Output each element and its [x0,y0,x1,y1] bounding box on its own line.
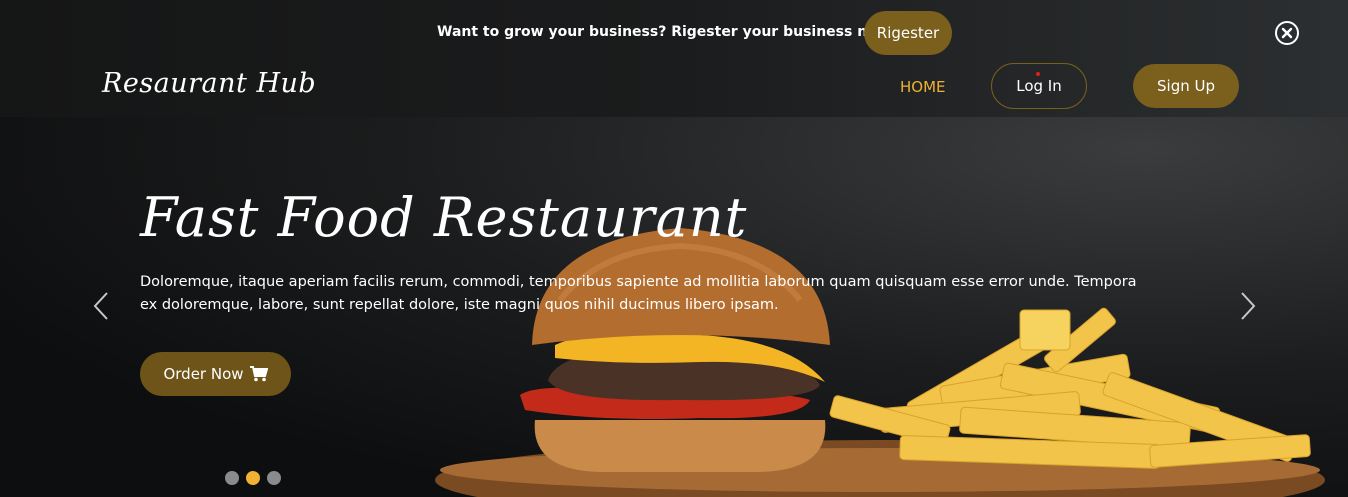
order-now-label: Order Now [163,365,244,383]
close-icon [1281,27,1293,39]
signup-button[interactable]: Sign Up [1133,64,1239,108]
login-label: Log In [1016,77,1062,95]
notification-dot [1036,72,1040,76]
login-button[interactable]: Log In [991,63,1087,109]
carousel-next-button[interactable] [1240,292,1256,320]
announcement-text: Want to grow your business? Rigester you… [437,24,897,40]
carousel-prev-button[interactable] [93,292,109,320]
nav-home-link[interactable]: HOME [900,78,946,96]
carousel-dot-1[interactable] [225,471,239,485]
hero-description: Doloremque, itaque aperiam facilis rerum… [140,274,1137,313]
carousel-dot-2[interactable] [246,471,260,485]
announcement-bar: Want to grow your business? Rigester you… [0,0,1348,66]
chevron-left-icon [93,292,109,320]
chevron-right-icon [1240,292,1256,320]
order-now-button[interactable]: Order Now [140,352,291,396]
register-button[interactable]: Rigester [864,11,952,55]
carousel-indicators [225,471,281,485]
close-announcement-button[interactable] [1275,21,1299,45]
cart-icon [249,366,268,382]
brand-logo[interactable]: Resaurant Hub [102,68,316,99]
carousel-dot-3[interactable] [267,471,281,485]
hero-title: Fast Food Restaurant [140,186,748,249]
